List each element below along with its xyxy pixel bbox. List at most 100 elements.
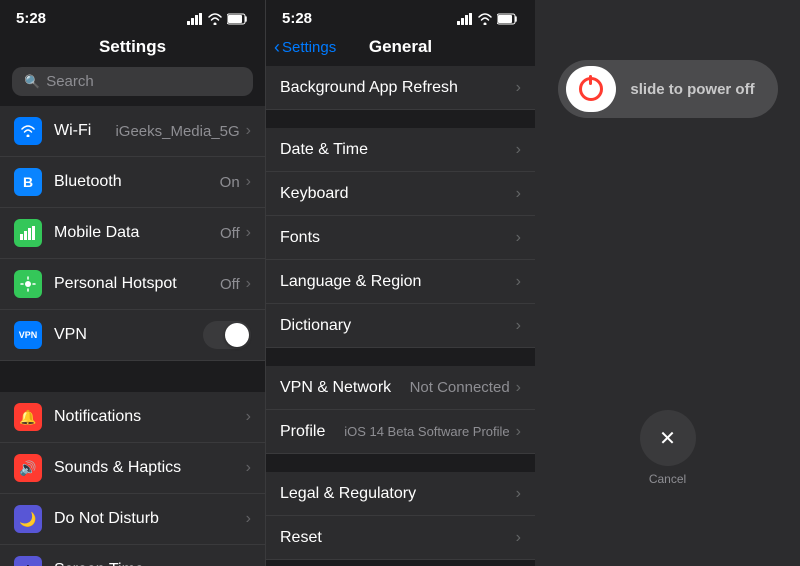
gen-sep-2 [266, 348, 535, 366]
status-bar-1: 5:28 [0, 0, 265, 33]
status-icons-2 [457, 13, 519, 25]
background-refresh-chevron: › [516, 79, 521, 97]
hotspot-chevron: › [246, 275, 251, 293]
search-placeholder: Search [46, 73, 94, 90]
general-item-background-refresh[interactable]: Background App Refresh › [266, 66, 535, 110]
vpn-network-label: VPN & Network [280, 379, 410, 397]
sounds-label: Sounds & Haptics [54, 459, 246, 477]
battery-icon-2 [497, 13, 519, 25]
wifi-setting-icon [14, 117, 42, 145]
wifi-chevron: › [246, 122, 251, 140]
cancel-button[interactable]: ✕ [640, 410, 696, 466]
back-button[interactable]: ‹ Settings [274, 37, 336, 58]
general-item-date-time[interactable]: Date & Time › [266, 128, 535, 172]
power-slider[interactable]: slide to power off [558, 60, 778, 118]
search-bar[interactable]: 🔍 Search [12, 67, 253, 96]
general-item-keyboard[interactable]: Keyboard › [266, 172, 535, 216]
general-item-legal[interactable]: Legal & Regulatory › [266, 472, 535, 516]
notifications-group: 🔔 Notifications › 🔊 Sounds & Haptics › 🌙… [0, 392, 265, 566]
legal-chevron: › [516, 485, 521, 503]
general-item-reset[interactable]: Reset › [266, 516, 535, 560]
screen-time-chevron: › [246, 561, 251, 566]
notifications-label: Notifications [54, 408, 246, 426]
power-slider-thumb [566, 66, 616, 112]
language-chevron: › [516, 273, 521, 291]
legal-label: Legal & Regulatory [280, 485, 516, 503]
general-header: ‹ Settings General [266, 33, 535, 65]
signal-icon-2 [457, 13, 473, 25]
background-refresh-label: Background App Refresh [280, 79, 516, 97]
settings-item-sounds[interactable]: 🔊 Sounds & Haptics › [0, 443, 265, 494]
gen-sep-3 [266, 454, 535, 472]
hotspot-icon [14, 270, 42, 298]
settings-title: Settings [0, 33, 265, 67]
profile-value: iOS 14 Beta Software Profile [344, 424, 509, 439]
cancel-icon: ✕ [659, 426, 676, 451]
gen-sep-4 [266, 560, 535, 566]
sounds-icon: 🔊 [14, 454, 42, 482]
vpn-network-value: Not Connected [410, 379, 510, 396]
dnd-chevron: › [246, 510, 251, 528]
power-slider-label: slide to power off [616, 81, 770, 98]
back-chevron: ‹ [274, 37, 280, 58]
settings-item-notifications[interactable]: 🔔 Notifications › [0, 392, 265, 443]
profile-chevron: › [516, 423, 521, 441]
power-icon [579, 77, 603, 101]
settings-item-bluetooth[interactable]: B Bluetooth On › [0, 157, 265, 208]
group-separator-1 [0, 362, 265, 392]
status-icons-1 [187, 13, 249, 25]
settings-item-wifi[interactable]: Wi-Fi iGeeks_Media_5G › [0, 106, 265, 157]
signal-icon [187, 13, 203, 25]
status-bar-2: 5:28 [266, 0, 535, 33]
general-item-fonts[interactable]: Fonts › [266, 216, 535, 260]
wifi-label: Wi-Fi [54, 122, 115, 140]
status-time-1: 5:28 [16, 10, 46, 27]
battery-icon [227, 13, 249, 25]
screen-time-label: Screen Time [54, 561, 246, 566]
settings-list: Wi-Fi iGeeks_Media_5G › B Bluetooth On ›… [0, 106, 265, 566]
power-off-panel: slide to power off ✕ Cancel [535, 0, 800, 566]
notifications-chevron: › [246, 408, 251, 426]
gen-sep-1 [266, 110, 535, 128]
screen-time-icon: ⏱ [14, 556, 42, 566]
general-item-profile[interactable]: Profile iOS 14 Beta Software Profile › [266, 410, 535, 454]
general-title: General [369, 37, 432, 57]
mobile-data-label: Mobile Data [54, 224, 220, 242]
vpn-toggle[interactable] [203, 321, 251, 349]
settings-panel: 5:28 Settings 🔍 Search [0, 0, 265, 566]
mobile-data-value: Off [220, 225, 240, 242]
dnd-icon: 🌙 [14, 505, 42, 533]
dictionary-label: Dictionary [280, 317, 516, 335]
notifications-icon: 🔔 [14, 403, 42, 431]
reset-chevron: › [516, 529, 521, 547]
settings-item-dnd[interactable]: 🌙 Do Not Disturb › [0, 494, 265, 545]
mobile-data-chevron: › [246, 224, 251, 242]
cancel-label: Cancel [649, 472, 686, 486]
general-panel: 5:28 ‹ Settings Genera [265, 0, 535, 566]
keyboard-label: Keyboard [280, 185, 516, 203]
cancel-area: ✕ Cancel [640, 410, 696, 486]
settings-item-mobile-data[interactable]: Mobile Data Off › [0, 208, 265, 259]
back-label: Settings [282, 39, 336, 56]
hotspot-value: Off [220, 276, 240, 293]
general-item-language[interactable]: Language & Region › [266, 260, 535, 304]
settings-item-screen-time[interactable]: ⏱ Screen Time › [0, 545, 265, 566]
fonts-label: Fonts [280, 229, 516, 247]
fonts-chevron: › [516, 229, 521, 247]
search-icon: 🔍 [24, 74, 40, 90]
bluetooth-chevron: › [246, 173, 251, 191]
hotspot-label: Personal Hotspot [54, 275, 220, 293]
status-time-2: 5:28 [282, 10, 312, 27]
dictionary-chevron: › [516, 317, 521, 335]
vpn-network-chevron: › [516, 379, 521, 397]
settings-item-vpn[interactable]: VPN VPN [0, 310, 265, 361]
bluetooth-label: Bluetooth [54, 173, 220, 191]
bluetooth-value: On [220, 174, 240, 191]
wifi-icon-2 [477, 13, 493, 25]
language-label: Language & Region [280, 273, 516, 291]
bluetooth-icon: B [14, 168, 42, 196]
date-time-label: Date & Time [280, 141, 516, 159]
settings-item-hotspot[interactable]: Personal Hotspot Off › [0, 259, 265, 310]
general-item-dictionary[interactable]: Dictionary › [266, 304, 535, 348]
general-item-vpn-network[interactable]: VPN & Network Not Connected › [266, 366, 535, 410]
